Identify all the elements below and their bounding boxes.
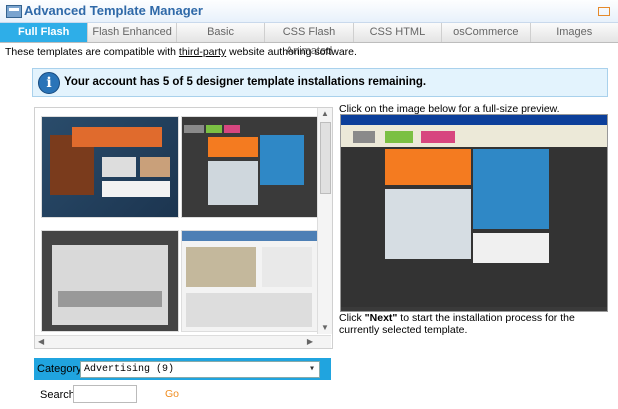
compatibility-text: These templates are compatible with thir… — [5, 46, 357, 58]
category-label: Category — [37, 363, 82, 375]
next-keyword: "Next" — [364, 312, 398, 324]
scroll-down-icon[interactable]: ▼ — [321, 322, 329, 334]
scroll-left-icon[interactable]: ◀ — [38, 336, 44, 348]
app-icon — [6, 5, 22, 18]
scrollbar-thumb[interactable] — [320, 122, 331, 194]
template-gallery: ▲ ▼ ◀ ▶ — [34, 107, 333, 349]
scroll-right-icon[interactable]: ▶ — [307, 336, 313, 348]
scroll-up-icon[interactable]: ▲ — [321, 108, 329, 120]
tab-basic[interactable]: Basic — [175, 23, 265, 42]
title-bar: Advanced Template Manager — [0, 0, 618, 23]
tab-full-flash[interactable]: Full Flash — [0, 23, 88, 42]
installations-remaining-text: Your account has 5 of 5 designer templat… — [64, 76, 427, 88]
third-party-link[interactable]: third-party — [179, 46, 226, 58]
tab-css-flash-animated[interactable]: CSS Flash Animated — [264, 23, 353, 57]
page-title: Advanced Template Manager — [24, 3, 203, 18]
tab-css-html[interactable]: CSS HTML — [352, 23, 442, 42]
gallery-horizontal-scrollbar[interactable]: ◀ ▶ — [35, 335, 331, 348]
compatibility-prefix: These templates are compatible with — [5, 46, 179, 58]
tab-oscommerce[interactable]: osCommerce — [441, 23, 530, 42]
next-instruction: Click "Next" to start the installation p… — [339, 312, 609, 336]
template-tabs: Full Flash Flash Enhanced Basic CSS Flas… — [0, 23, 618, 57]
template-thumbnail-1[interactable] — [41, 116, 179, 218]
category-bar: Category Advertising (9) — [34, 358, 331, 380]
go-button[interactable]: Go — [165, 388, 179, 400]
template-thumbnail-2[interactable] — [181, 116, 319, 218]
compatibility-suffix: website authoring software. — [226, 46, 357, 58]
search-input[interactable] — [73, 385, 137, 403]
installations-notice: i Your account has 5 of 5 designer templ… — [32, 68, 608, 97]
mail-icon[interactable] — [598, 7, 610, 16]
tab-flash-enhanced[interactable]: Flash Enhanced — [87, 23, 176, 42]
info-icon: i — [38, 72, 60, 94]
next-instruction-prefix: Click — [339, 312, 365, 324]
template-thumbnail-3[interactable] — [41, 230, 179, 332]
template-preview-image[interactable] — [340, 114, 608, 312]
tab-images[interactable]: Images — [529, 23, 618, 42]
gallery-vertical-scrollbar[interactable]: ▲ ▼ — [317, 108, 332, 334]
template-thumbnail-4[interactable] — [181, 230, 319, 332]
category-select[interactable]: Advertising (9) — [80, 361, 320, 378]
